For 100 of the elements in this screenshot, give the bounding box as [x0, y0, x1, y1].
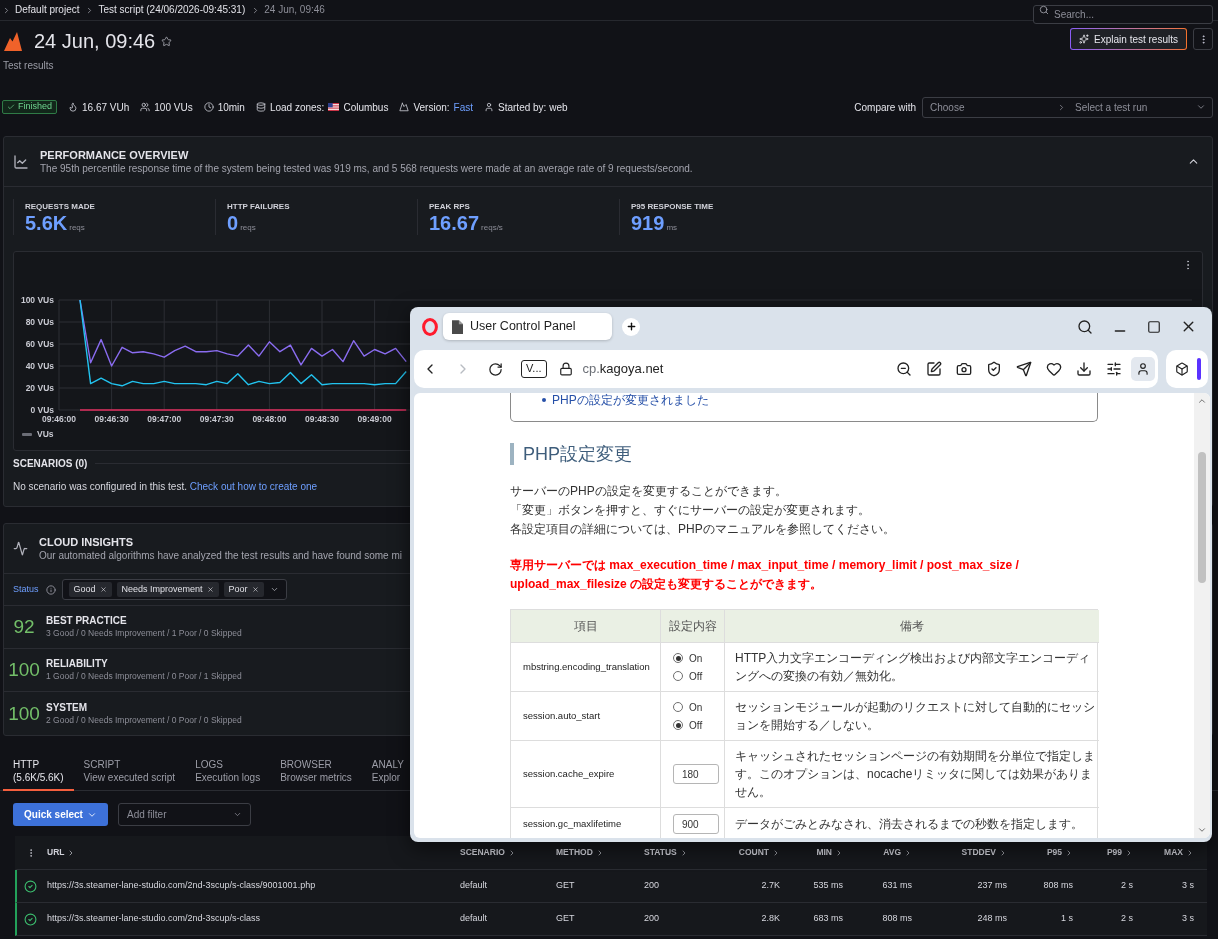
search-field[interactable]: Search... [1033, 4, 1213, 24]
column-header[interactable]: URL [47, 846, 76, 859]
number-input[interactable]: 180 [673, 764, 719, 784]
maximize-icon[interactable] [1147, 319, 1161, 334]
table-cell: セッションモジュールが起動のリクエストに対して自動的にセッションを開始する／しない。 [725, 691, 1099, 740]
search-icon [1039, 5, 1049, 15]
radio-label: On [689, 700, 703, 715]
chevron-right-icon [1057, 102, 1066, 112]
search-icon[interactable] [1077, 318, 1093, 335]
warning-text: 専用サーバーでは max_execution_time / max_input_time / memory_limit / post_max_size / upload_max_filesize の設定も変更することができます。 [510, 557, 1020, 593]
radio-button[interactable] [673, 720, 683, 730]
scroll-up-icon[interactable] [1197, 396, 1207, 406]
status-text: Finished [18, 100, 53, 114]
column-header[interactable]: MIN [816, 846, 843, 859]
scroll-down-icon[interactable] [1197, 825, 1207, 835]
remove-icon[interactable] [206, 586, 214, 593]
metric-label: REQUESTS MADE [25, 202, 95, 212]
status-chip[interactable]: Poor [223, 582, 264, 597]
legend-label[interactable]: VUs [37, 427, 54, 441]
column-header[interactable]: P95 [1046, 846, 1073, 859]
site-info-badge[interactable]: V... [521, 360, 547, 378]
download-icon[interactable] [1076, 361, 1092, 377]
remove-icon[interactable] [99, 586, 107, 593]
star-icon[interactable] [161, 35, 173, 47]
tab[interactable]: BROWSER Browser metrics [270, 752, 362, 791]
browser-tab[interactable]: User Control Panel [443, 313, 612, 340]
radio-label: On [689, 651, 703, 666]
user-icon [1136, 362, 1150, 376]
x-axis-label: 09:48:00 [252, 414, 287, 424]
table-cell: mbstring.encoding_translation [511, 642, 661, 691]
y-axis-label: 40 VUs [25, 361, 54, 371]
new-tab-button[interactable] [622, 317, 640, 336]
meta-label: Load zones: [269, 100, 325, 115]
explain-results-button[interactable]: Explain test results [1070, 28, 1187, 50]
meta-text: 10min [217, 100, 245, 115]
send-icon[interactable] [1016, 361, 1032, 377]
table-cell: 2.7K [761, 879, 780, 893]
reload-icon[interactable] [488, 361, 503, 377]
meta-value: Columbus [343, 100, 389, 115]
remove-icon[interactable] [251, 586, 259, 593]
heart-icon[interactable] [1046, 361, 1062, 377]
radio-label: Off [689, 669, 703, 684]
number-input[interactable]: 900 [673, 814, 719, 834]
y-axis-label: 60 VUs [25, 339, 54, 349]
breadcrumb-link[interactable]: Default project [15, 4, 80, 16]
cube-icon[interactable] [1175, 362, 1189, 376]
quick-select-button[interactable]: Quick select [13, 803, 108, 826]
add-filter-select[interactable]: Add filter [118, 803, 251, 826]
shield-icon[interactable] [986, 361, 1002, 377]
scroll-thumb[interactable] [1198, 452, 1206, 583]
section-summary: Our automated algorithms have analyzed the test results and have found some mi [39, 548, 402, 563]
status-filter-field[interactable]: Good Needs Improvement Poor [61, 579, 287, 600]
tab[interactable]: LOGS Execution logs [185, 752, 271, 791]
column-header[interactable]: METHOD [556, 846, 604, 859]
column-header[interactable]: STDDEV [961, 846, 1007, 859]
column-header[interactable]: STATUS [644, 846, 688, 859]
table-cell: session.cache_expire [511, 740, 661, 807]
users-icon [140, 102, 151, 112]
column-header[interactable]: AVG [883, 846, 912, 859]
y-axis-label: 0 VUs [30, 405, 54, 415]
compare-select[interactable]: Choose Select a test run [922, 96, 1213, 118]
metric-label: PEAK RPS [429, 202, 470, 212]
sliders-icon[interactable] [1106, 361, 1122, 377]
column-header[interactable]: COUNT [738, 846, 780, 859]
column-header[interactable]: MAX [1164, 846, 1194, 859]
edit-icon[interactable] [926, 361, 942, 377]
table-cell: session.gc_maxlifetime [511, 807, 661, 838]
insight-title: SYSTEM [46, 700, 88, 714]
address-field[interactable]: cp.kagoya.net [582, 359, 664, 379]
chevron-down-icon [233, 810, 242, 819]
insight-score: 100 [8, 702, 40, 725]
lock-icon [558, 362, 573, 376]
column-header[interactable]: P99 [1106, 846, 1133, 859]
status-chip[interactable]: Good [68, 582, 112, 597]
zoom-out-icon[interactable] [896, 361, 912, 377]
table-cell: 535 ms [813, 879, 843, 893]
radio-button[interactable] [673, 671, 683, 681]
status-chip[interactable]: Needs Improvement [116, 582, 219, 597]
tab[interactable]: SCRIPT View executed script [73, 752, 186, 791]
breadcrumb-current: 24 Jun, 09:46 [264, 4, 325, 16]
profile-button[interactable] [1131, 357, 1155, 381]
column-header[interactable]: SCENARIO [460, 846, 516, 859]
bullet-icon [542, 398, 546, 402]
mountain-icon [399, 102, 410, 112]
browser-logo-icon[interactable] [422, 317, 438, 336]
notice-text: PHPの設定が変更されました [552, 393, 709, 407]
x-axis-label: 09:48:30 [305, 414, 339, 424]
camera-icon[interactable] [956, 361, 972, 377]
breadcrumb-link[interactable]: Test script (24/06/2026-09:45:31) [98, 4, 246, 16]
metric-value: 16.67 [429, 212, 480, 234]
metric-value: 0 [227, 212, 239, 234]
create-scenario-link[interactable]: Check out how to create one [189, 481, 318, 492]
radio-button[interactable] [673, 653, 683, 663]
x-axis-label: 09:46:00 [42, 414, 76, 424]
metric-unit: reqs/s [481, 222, 503, 234]
info-icon [45, 584, 56, 595]
tab[interactable]: ANALY Explor [361, 752, 414, 791]
tab[interactable]: HTTP (5.6K/5.6K) [3, 752, 74, 791]
radio-button[interactable] [673, 702, 683, 712]
version-link[interactable]: Fast [453, 99, 474, 115]
